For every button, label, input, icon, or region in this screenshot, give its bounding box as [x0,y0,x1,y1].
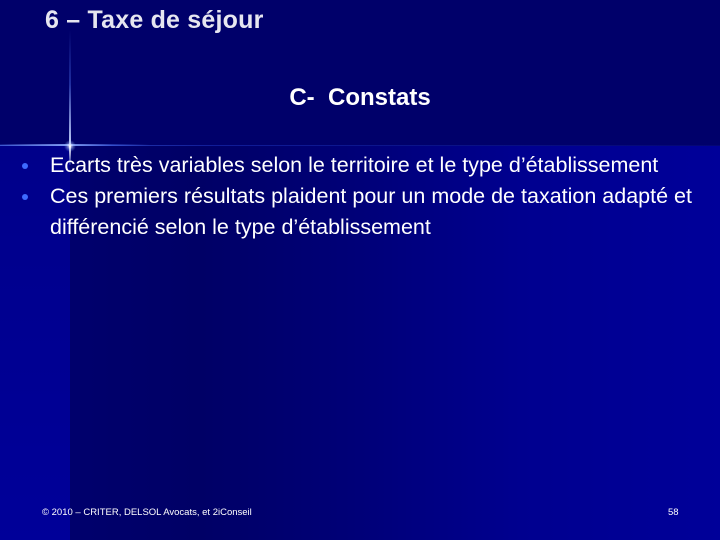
slide-subtitle: C- Constats [289,84,431,111]
bullet-text: Ces premiers résultats plaident pour un … [50,184,692,239]
bullet-list: Ecarts très variables selon le territoir… [22,150,692,243]
bullet-dot-icon [22,163,28,169]
slide-title: 6 – Taxe de séjour [45,6,264,34]
page-number: 58 [668,507,679,518]
bullet-dot-icon [22,194,28,200]
bullet-item: Ecarts très variables selon le territoir… [22,150,692,181]
bullet-text: Ecarts très variables selon le territoir… [50,153,659,177]
footer-copyright: © 2010 – CRITER, DELSOL Avocats, et 2iCo… [42,507,252,518]
bullet-item: Ces premiers résultats plaident pour un … [22,181,692,243]
slide: 6 – Taxe de séjour C- Constats Ecarts tr… [0,0,720,540]
